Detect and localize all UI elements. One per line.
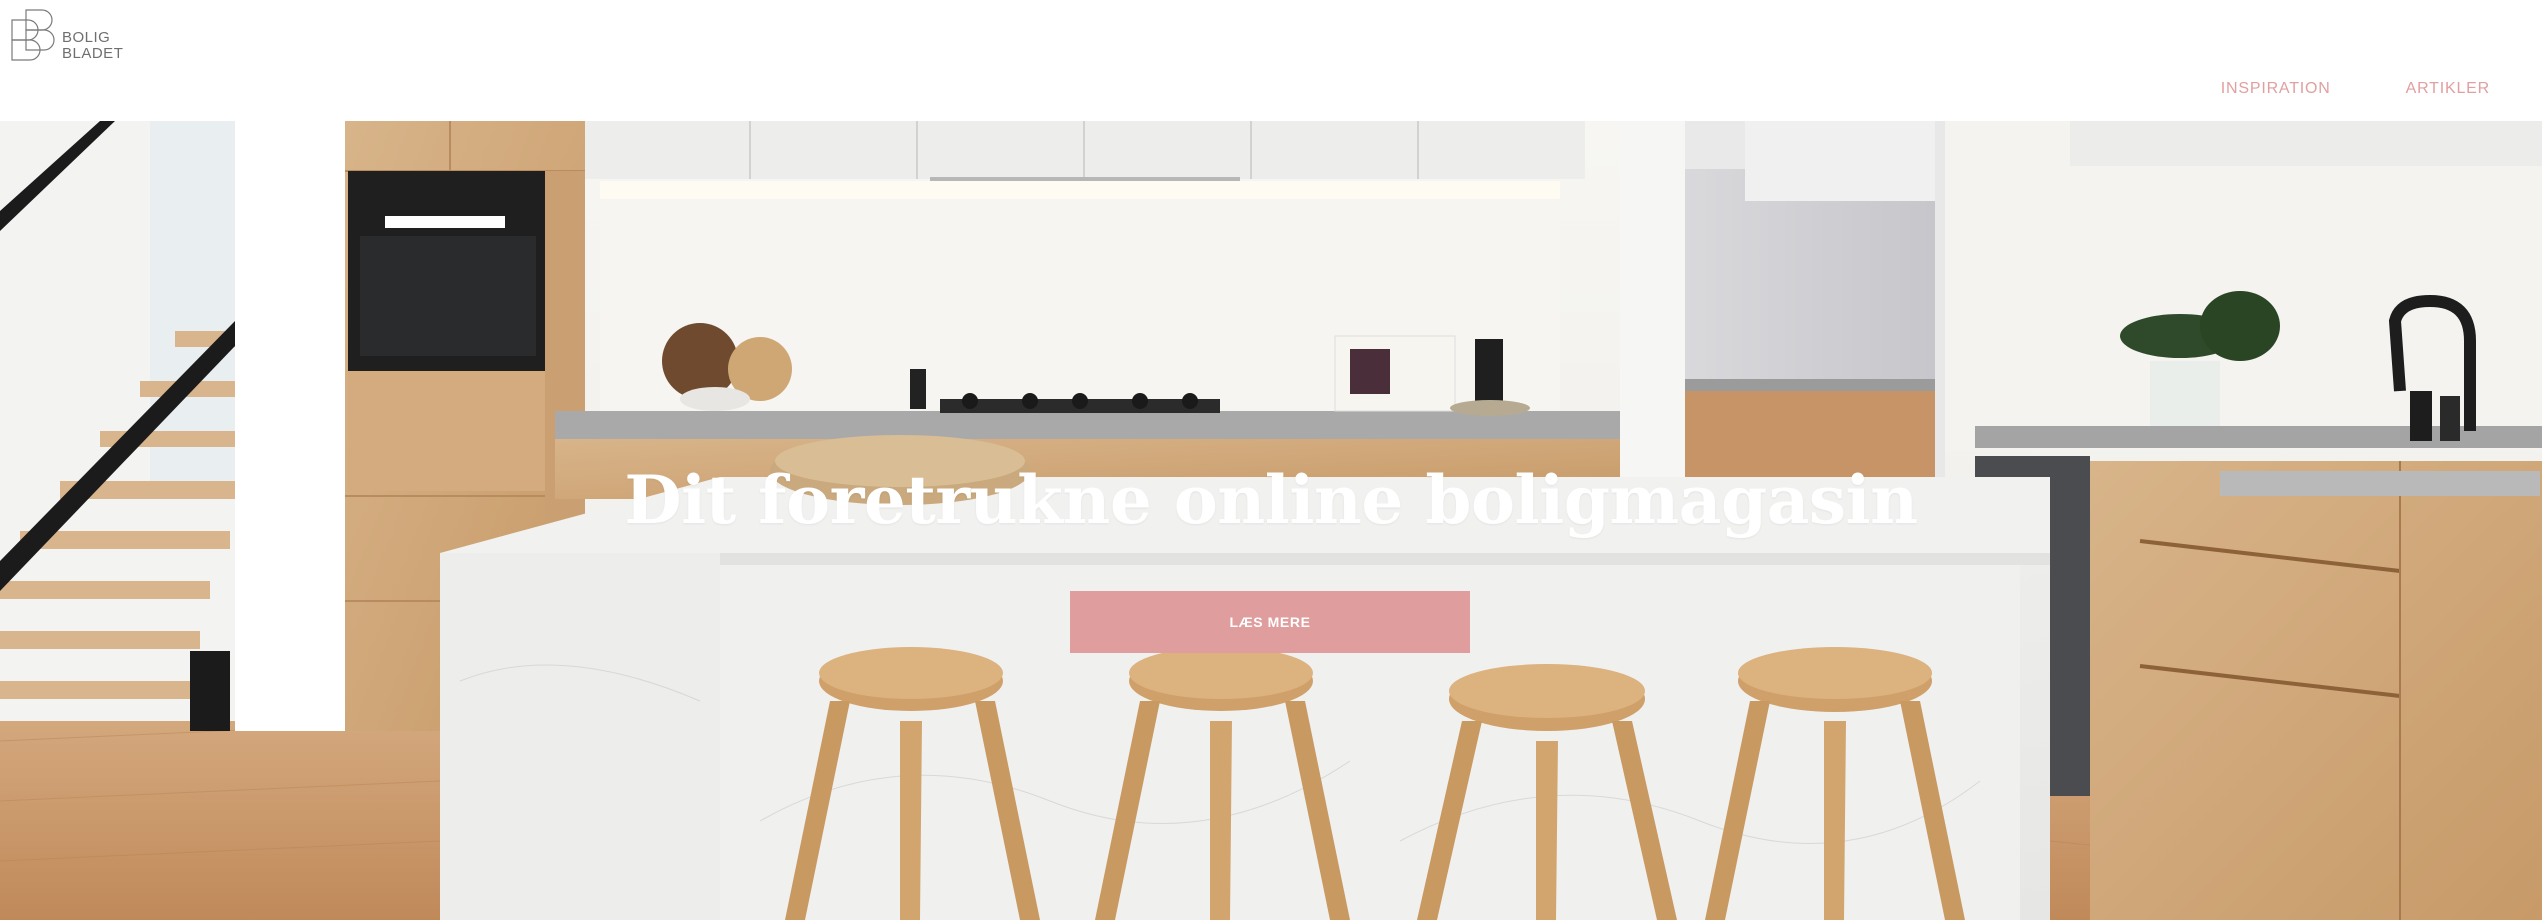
hero-title: Dit foretrukne online boligmagasin: [624, 461, 1918, 539]
logo-mark-icon: [11, 9, 55, 61]
nav-item-artikler[interactable]: ARTIKLER: [2406, 80, 2490, 98]
brand-logo[interactable]: BOLIG BLADET: [8, 6, 123, 66]
brand-line-1: BOLIG: [62, 29, 111, 46]
read-more-button[interactable]: LÆS MERE: [1070, 591, 1470, 653]
brand-line-2: BLADET: [62, 45, 124, 62]
brand-wordmark: BOLIG BLADET: [62, 30, 123, 62]
site-header: BOLIG BLADET INSPIRATION ARTIKLER: [0, 0, 2542, 121]
main-nav: INSPIRATION ARTIKLER: [2221, 80, 2490, 98]
hero-section: Dit foretrukne online boligmagasin LÆS M…: [0, 121, 2542, 920]
nav-item-inspiration[interactable]: INSPIRATION: [2221, 80, 2331, 98]
